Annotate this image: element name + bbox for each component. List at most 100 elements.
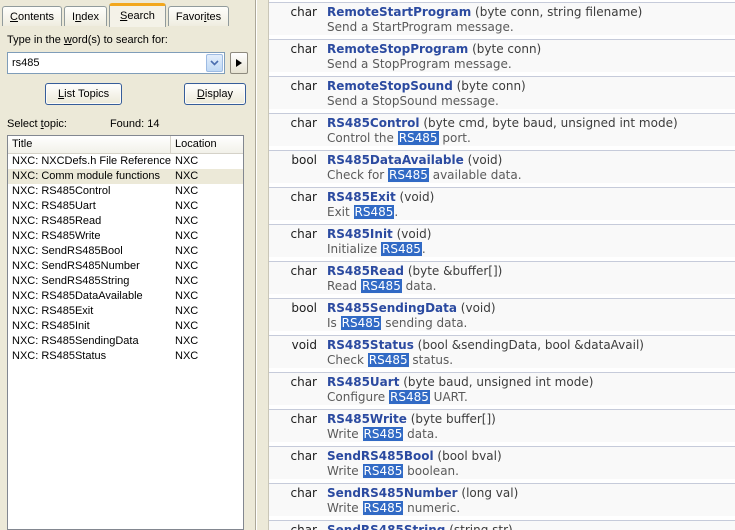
member-signature: RS485SendingData (void) bbox=[327, 301, 735, 316]
function-link[interactable]: RS485Write bbox=[327, 412, 407, 426]
function-link[interactable]: SendRS485Number bbox=[327, 486, 458, 500]
member-return-type: bool bbox=[269, 301, 327, 316]
member-signature: RS485Write (byte buffer[]) bbox=[327, 412, 735, 427]
rs485-search-highlight: RS485 bbox=[363, 464, 404, 478]
result-location-cell: NXC bbox=[171, 319, 243, 334]
member-description: Read RS485 data. bbox=[327, 279, 735, 293]
rs485-search-highlight: RS485 bbox=[361, 279, 402, 293]
function-link[interactable]: SendRS485String bbox=[327, 523, 445, 530]
function-link[interactable]: RS485Exit bbox=[327, 190, 396, 204]
member-return-type: char bbox=[269, 486, 327, 501]
member-description: Initialize RS485. bbox=[327, 242, 735, 256]
table-row[interactable]: NXC: SendRS485NumberNXC bbox=[8, 259, 243, 274]
result-title-cell: NXC: RS485Read bbox=[8, 214, 171, 229]
member-description: Send a StopSound message. bbox=[327, 94, 735, 108]
member-return-type: char bbox=[269, 190, 327, 205]
member-row: voidRS485Status (bool &sendingData, bool… bbox=[269, 335, 735, 368]
results-header: Title Location bbox=[8, 136, 243, 154]
member-signature: SendRS485String (string str) bbox=[327, 523, 735, 530]
table-row[interactable]: NXC: SendRS485StringNXC bbox=[8, 274, 243, 289]
member-return-type: char bbox=[269, 42, 327, 57]
table-row[interactable]: NXC: RS485ControlNXC bbox=[8, 184, 243, 199]
function-link[interactable]: RemoteStartProgram bbox=[327, 5, 471, 19]
table-row[interactable]: NXC: RS485InitNXC bbox=[8, 319, 243, 334]
rs485-search-highlight: RS485 bbox=[381, 242, 422, 256]
table-row[interactable]: NXC: RS485WriteNXC bbox=[8, 229, 243, 244]
result-title-cell: NXC: RS485Init bbox=[8, 319, 171, 334]
member-signature: RemoteStartProgram (byte conn, string fi… bbox=[327, 5, 735, 20]
member-description: Check RS485 status. bbox=[327, 353, 735, 367]
result-location-cell: NXC bbox=[171, 184, 243, 199]
result-title-cell: NXC: RS485SendingData bbox=[8, 334, 171, 349]
search-prompt-label: Type in the word(s) to search for: bbox=[7, 34, 248, 46]
result-title-cell: NXC: SendRS485Bool bbox=[8, 244, 171, 259]
function-link[interactable]: RS485Init bbox=[327, 227, 393, 241]
function-link[interactable]: RS485Uart bbox=[327, 375, 399, 389]
member-arguments: (byte conn, string filename) bbox=[471, 5, 642, 19]
member-row: charRemoteStartProgram (byte conn, strin… bbox=[269, 2, 735, 35]
member-row: charRemoteStopProgram (byte conn)Send a … bbox=[269, 39, 735, 72]
member-description: Write RS485 boolean. bbox=[327, 464, 735, 478]
table-row[interactable]: NXC: RS485StatusNXC bbox=[8, 349, 243, 364]
member-return-type: bool bbox=[269, 153, 327, 168]
table-row[interactable]: NXC: RS485UartNXC bbox=[8, 199, 243, 214]
table-row[interactable]: NXC: RS485DataAvailableNXC bbox=[8, 289, 243, 304]
result-title-cell: NXC: RS485Uart bbox=[8, 199, 171, 214]
result-title-cell: NXC: RS485DataAvailable bbox=[8, 289, 171, 304]
member-arguments: (byte buffer[]) bbox=[407, 412, 496, 426]
tab-favorites[interactable]: Favorites bbox=[168, 6, 229, 26]
member-signature: RS485Status (bool &sendingData, bool &da… bbox=[327, 338, 735, 353]
result-title-cell: NXC: RS485Exit bbox=[8, 304, 171, 319]
result-location-cell: NXC bbox=[171, 259, 243, 274]
function-link[interactable]: RS485Status bbox=[327, 338, 414, 352]
member-row: charSendRS485Number (long val)Write RS48… bbox=[269, 483, 735, 516]
member-signature: RS485Init (void) bbox=[327, 227, 735, 242]
function-link[interactable]: SendRS485Bool bbox=[327, 449, 434, 463]
function-link[interactable]: RS485DataAvailable bbox=[327, 153, 464, 167]
table-row[interactable]: NXC: SendRS485BoolNXC bbox=[8, 244, 243, 259]
tab-search[interactable]: Search bbox=[109, 3, 166, 27]
member-row: charRemoteStopSound (byte conn)Send a St… bbox=[269, 76, 735, 109]
rs485-search-highlight: RS485 bbox=[388, 168, 429, 182]
result-title-cell: NXC: RS485Write bbox=[8, 229, 171, 244]
column-header-location[interactable]: Location bbox=[171, 136, 243, 153]
rs485-search-highlight: RS485 bbox=[363, 501, 404, 515]
tab-contents[interactable]: Contents bbox=[2, 6, 62, 26]
table-row[interactable]: NXC: RS485SendingDataNXC bbox=[8, 334, 243, 349]
member-return-type: char bbox=[269, 523, 327, 530]
rs485-search-highlight: RS485 bbox=[341, 316, 382, 330]
function-link[interactable]: RemoteStopProgram bbox=[327, 42, 468, 56]
member-signature: RS485DataAvailable (void) bbox=[327, 153, 735, 168]
table-row[interactable]: NXC: RS485ReadNXC bbox=[8, 214, 243, 229]
result-location-cell: NXC bbox=[171, 229, 243, 244]
result-location-cell: NXC bbox=[171, 214, 243, 229]
search-input[interactable] bbox=[8, 53, 205, 73]
list-topics-button[interactable]: List Topics bbox=[45, 83, 122, 105]
member-arguments: (bool bval) bbox=[434, 449, 502, 463]
display-button[interactable]: Display bbox=[184, 83, 246, 105]
rs485-search-highlight: RS485 bbox=[363, 427, 404, 441]
tab-index[interactable]: Index bbox=[64, 6, 107, 26]
member-arguments: (bool &sendingData, bool &dataAvail) bbox=[414, 338, 644, 352]
member-arguments: (void) bbox=[464, 153, 503, 167]
function-link[interactable]: RS485SendingData bbox=[327, 301, 457, 315]
result-location-cell: NXC bbox=[171, 169, 243, 184]
member-row: charSendRS485Bool (bool bval)Write RS485… bbox=[269, 446, 735, 479]
function-link[interactable]: RS485Read bbox=[327, 264, 404, 278]
table-row[interactable]: NXC: Comm module functionsNXC bbox=[8, 169, 243, 184]
table-row[interactable]: NXC: RS485ExitNXC bbox=[8, 304, 243, 319]
member-return-type: char bbox=[269, 116, 327, 131]
topic-content-pane: char RemoteStartProgram (byte conn, strin… bbox=[269, 0, 735, 530]
member-return-type: char bbox=[269, 227, 327, 242]
function-link[interactable]: RemoteStopSound bbox=[327, 79, 453, 93]
member-row: charRS485Exit (void)Exit RS485. bbox=[269, 187, 735, 220]
results-list: NXC: NXCDefs.h File ReferenceNXCNXC: Com… bbox=[8, 154, 243, 529]
result-title-cell: NXC: Comm module functions bbox=[8, 169, 171, 184]
result-location-cell: NXC bbox=[171, 274, 243, 289]
column-header-title[interactable]: Title bbox=[8, 136, 171, 153]
combo-dropdown-button[interactable] bbox=[206, 54, 223, 72]
search-operator-arrow-button[interactable] bbox=[230, 52, 248, 74]
table-row[interactable]: NXC: NXCDefs.h File ReferenceNXC bbox=[8, 154, 243, 169]
pane-splitter[interactable] bbox=[256, 0, 269, 530]
function-link[interactable]: RS485Control bbox=[327, 116, 420, 130]
